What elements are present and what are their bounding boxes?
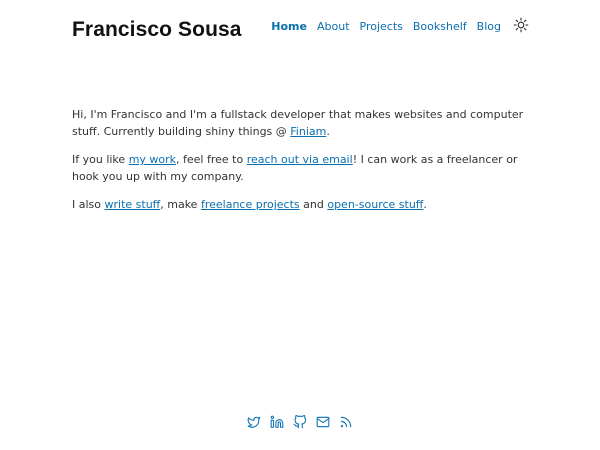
nav-projects[interactable]: Projects [360,20,403,33]
write-stuff-link[interactable]: write stuff [105,198,161,211]
sun-icon[interactable] [513,17,529,33]
also-text: I also [72,198,105,211]
rss-icon[interactable] [339,415,353,429]
nav-about[interactable]: About [317,20,350,33]
main-nav: Home About Projects Bookshelf Blog [271,17,529,33]
nav-blog[interactable]: Blog [477,20,501,33]
site-title[interactable]: Francisco Sousa [72,18,242,42]
my-work-link[interactable]: my work [129,153,176,166]
also-paragraph: I also write stuff, make freelance proje… [72,196,532,213]
open-source-link[interactable]: open-source stuff [327,198,423,211]
nav-bookshelf[interactable]: Bookshelf [413,20,467,33]
also-text: , make [160,198,201,211]
intro-paragraph: Hi, I'm Francisco and I'm a fullstack de… [72,106,532,140]
nav-home[interactable]: Home [271,20,307,33]
twitter-icon[interactable] [247,415,261,429]
linkedin-icon[interactable] [270,415,284,429]
mail-icon[interactable] [316,415,330,429]
contact-text: If you like [72,153,129,166]
also-text: and [299,198,328,211]
contact-text: , feel free to [176,153,247,166]
freelance-projects-link[interactable]: freelance projects [201,198,300,211]
intro-text: . [326,125,330,138]
social-links [0,415,600,429]
finiam-link[interactable]: Finiam [290,125,326,138]
email-link[interactable]: reach out via email [247,153,353,166]
also-text: . [423,198,427,211]
intro-content: Hi, I'm Francisco and I'm a fullstack de… [72,106,532,224]
contact-paragraph: If you like my work, feel free to reach … [72,151,532,185]
github-icon[interactable] [293,415,307,429]
